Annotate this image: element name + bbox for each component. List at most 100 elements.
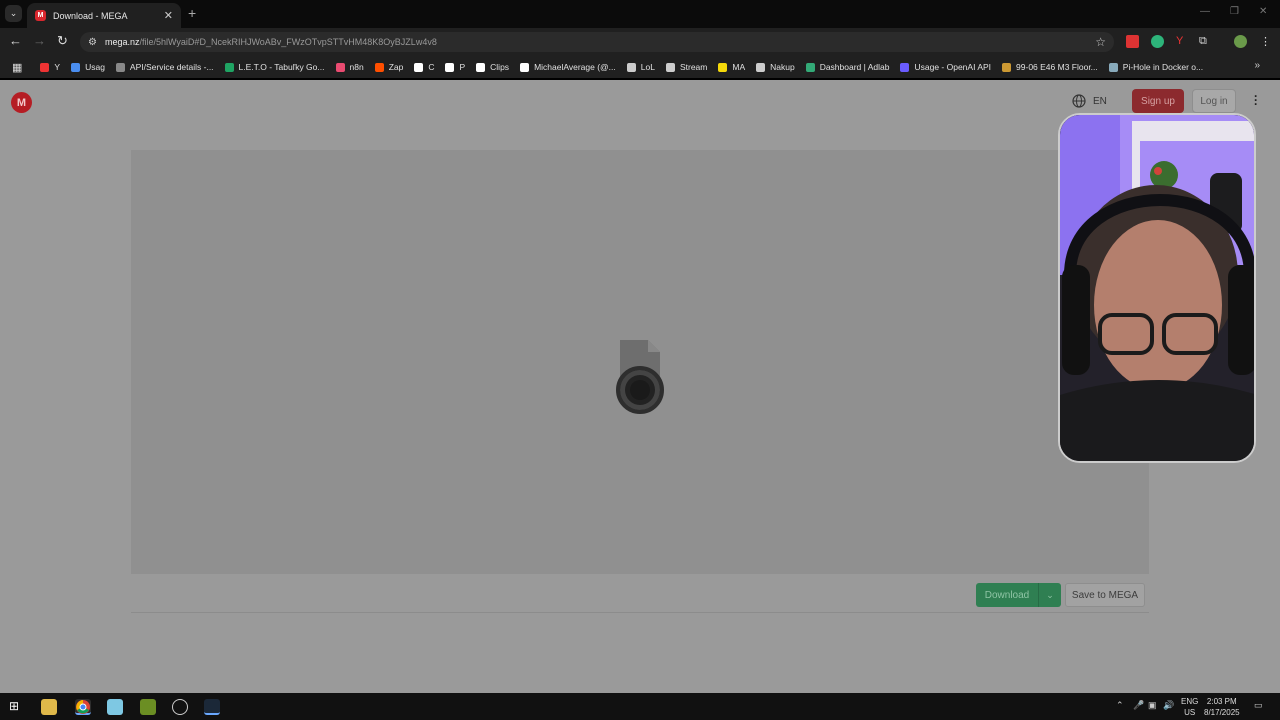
url-path: /file/5hlWyaiD#D_NcekRIHJWoABv_FWzOTvpST… <box>139 37 437 47</box>
lang-region: US <box>1184 708 1196 717</box>
bookmark-item[interactable]: Usag <box>71 62 105 72</box>
bookmarks-overflow[interactable]: » <box>1254 60 1260 71</box>
bookmark-item[interactable]: L.E.T.O - Tabuľky Go... <box>224 62 325 72</box>
bookmark-item[interactable]: MichaelAverage (@... <box>520 62 616 72</box>
bookmark-label: Usag <box>85 62 105 72</box>
forward-icon[interactable]: → <box>33 33 46 48</box>
bookmark-favicon-icon <box>520 62 530 72</box>
bookmark-favicon-icon <box>335 62 345 72</box>
bookmarks-bar: ▦ Y Usag API/Service details -... L.E.T.O -… <box>0 56 1280 78</box>
bookmark-label: MA <box>732 62 746 72</box>
bookmark-item[interactable]: API/Service details -... <box>115 62 214 72</box>
microphone-icon[interactable]: 🎤 <box>1133 700 1144 711</box>
bookmark-favicon-icon <box>1002 62 1012 72</box>
extension-icon[interactable] <box>1126 35 1139 48</box>
bookmark-item[interactable]: Clips <box>476 62 509 72</box>
bookmark-favicon-icon <box>476 62 486 72</box>
language-label: EN <box>1093 95 1107 107</box>
bookmark-favicon-icon <box>805 62 815 72</box>
bookmark-item[interactable]: C <box>414 62 434 72</box>
chrome-taskbar-icon[interactable] <box>75 699 91 715</box>
notepad-icon[interactable] <box>107 699 123 715</box>
minimize-icon[interactable]: — <box>1200 6 1210 17</box>
bookmark-item[interactable]: MA <box>718 62 745 72</box>
network-icon[interactable]: ▣ <box>1148 700 1157 711</box>
system-clock[interactable]: 2:03 PM 8/17/2025 <box>1204 696 1240 718</box>
file-explorer-icon[interactable] <box>41 699 57 715</box>
tray-chevron-icon[interactable]: ⌃ <box>1116 700 1124 711</box>
site-info-icon[interactable]: ⚙ <box>88 37 97 48</box>
url-host: mega.nz <box>104 37 140 47</box>
globe-icon <box>1072 94 1086 108</box>
bookmark-favicon-icon <box>718 62 728 72</box>
windows-taskbar <box>0 693 1280 720</box>
bookmark-label: Nakup <box>770 62 795 72</box>
bookmark-label: MichaelAverage (@... <box>534 62 616 72</box>
apps-grid-icon[interactable]: ▦ <box>12 61 22 74</box>
bookmark-favicon-icon <box>71 62 81 72</box>
clock-date: 8/17/2025 <box>1204 708 1240 717</box>
address-bar[interactable]: ⚙ mega.nz /file/5hlWyaiD#D_NcekRIHJWoABv… <box>80 32 1114 52</box>
profile-avatar[interactable] <box>1234 35 1247 48</box>
download-label: Download <box>984 589 1030 601</box>
bookmark-favicon-icon <box>445 62 455 72</box>
bookmark-label: P <box>459 62 466 72</box>
chevron-down-icon[interactable]: ⌄ <box>1039 590 1061 601</box>
bookmark-label: API/Service details -... <box>129 62 214 72</box>
bookmark-item[interactable]: Dashboard | Adlab <box>805 62 890 72</box>
tab-search-button[interactable]: ⌄ <box>5 5 22 22</box>
back-icon[interactable]: ← <box>9 33 22 48</box>
bookmark-favicon-icon <box>115 62 125 72</box>
new-tab-button[interactable]: + <box>188 5 196 21</box>
bookmark-item[interactable]: Y <box>40 62 60 72</box>
bookmark-item[interactable]: Nakup <box>756 62 795 72</box>
language-selector[interactable]: EN <box>1072 94 1107 108</box>
restore-icon[interactable]: ❐ <box>1230 6 1239 17</box>
bookmark-item[interactable]: Pi-Hole in Docker o... <box>1108 62 1204 72</box>
bookmark-label: Stream <box>679 62 708 72</box>
more-menu-icon[interactable]: · · · <box>1254 90 1258 110</box>
close-tab-icon[interactable]: ✕ <box>164 9 173 22</box>
bookmark-favicon-icon <box>1108 62 1118 72</box>
close-window-icon[interactable]: ✕ <box>1259 6 1267 17</box>
bookmark-item[interactable]: P <box>445 62 465 72</box>
bookmark-favicon-icon <box>40 62 50 72</box>
chrome-menu-icon[interactable]: ⋮ <box>1260 35 1273 48</box>
bookmark-label: Pi-Hole in Docker o... <box>1122 62 1204 72</box>
signup-button[interactable]: Sign up <box>1132 89 1184 113</box>
steam-icon[interactable] <box>204 699 220 715</box>
extension-y-icon[interactable]: Y <box>1176 35 1189 48</box>
windows-start-icon[interactable]: ⊞ <box>9 699 25 715</box>
bookmark-item[interactable]: 99-06 E46 M3 Floor... <box>1002 62 1098 72</box>
save-to-mega-button[interactable]: Save to MEGA <box>1065 583 1145 607</box>
volume-icon[interactable]: 🔊 <box>1163 700 1174 711</box>
lang-code: ENG <box>1181 697 1199 706</box>
bookmark-favicon-icon <box>665 62 675 72</box>
bookmark-favicon-icon <box>626 62 636 72</box>
bookmark-item[interactable]: Zap <box>374 62 403 72</box>
input-language[interactable]: ENG US <box>1181 696 1198 718</box>
bookmark-label: Dashboard | Adlab <box>819 62 890 72</box>
bookmark-star-icon[interactable]: ☆ <box>1095 35 1106 49</box>
extensions-puzzle-icon[interactable]: ⧉ <box>1199 35 1212 48</box>
download-button[interactable]: Download ⌄ <box>976 583 1061 607</box>
bookmark-label: n8n <box>349 62 364 72</box>
webcam-overlay <box>1058 113 1256 463</box>
bookmark-label: 99-06 E46 M3 Floor... <box>1016 62 1098 72</box>
login-button[interactable]: Log in <box>1192 89 1236 113</box>
clock-time: 2:03 PM <box>1206 697 1237 706</box>
divider <box>131 612 1149 613</box>
bookmark-item[interactable]: n8n <box>335 62 364 72</box>
tab-active[interactable]: M Download - MEGA ✕ <box>27 3 181 28</box>
app-circle-icon[interactable] <box>172 699 188 715</box>
bookmark-item[interactable]: LoL <box>626 62 655 72</box>
bookmark-item[interactable]: Usage - OpenAI API <box>900 62 991 72</box>
app-icon[interactable] <box>140 699 156 715</box>
mega-logo[interactable]: M <box>11 92 32 113</box>
notifications-icon[interactable]: ▭ <box>1254 700 1263 711</box>
bookmark-item[interactable]: Stream <box>665 62 708 72</box>
reload-icon[interactable]: ↻ <box>57 33 68 49</box>
bookmark-label: L.E.T.O - Tabuľky Go... <box>238 62 325 72</box>
grammarly-icon[interactable] <box>1151 35 1164 48</box>
bookmark-favicon-icon <box>414 62 424 72</box>
